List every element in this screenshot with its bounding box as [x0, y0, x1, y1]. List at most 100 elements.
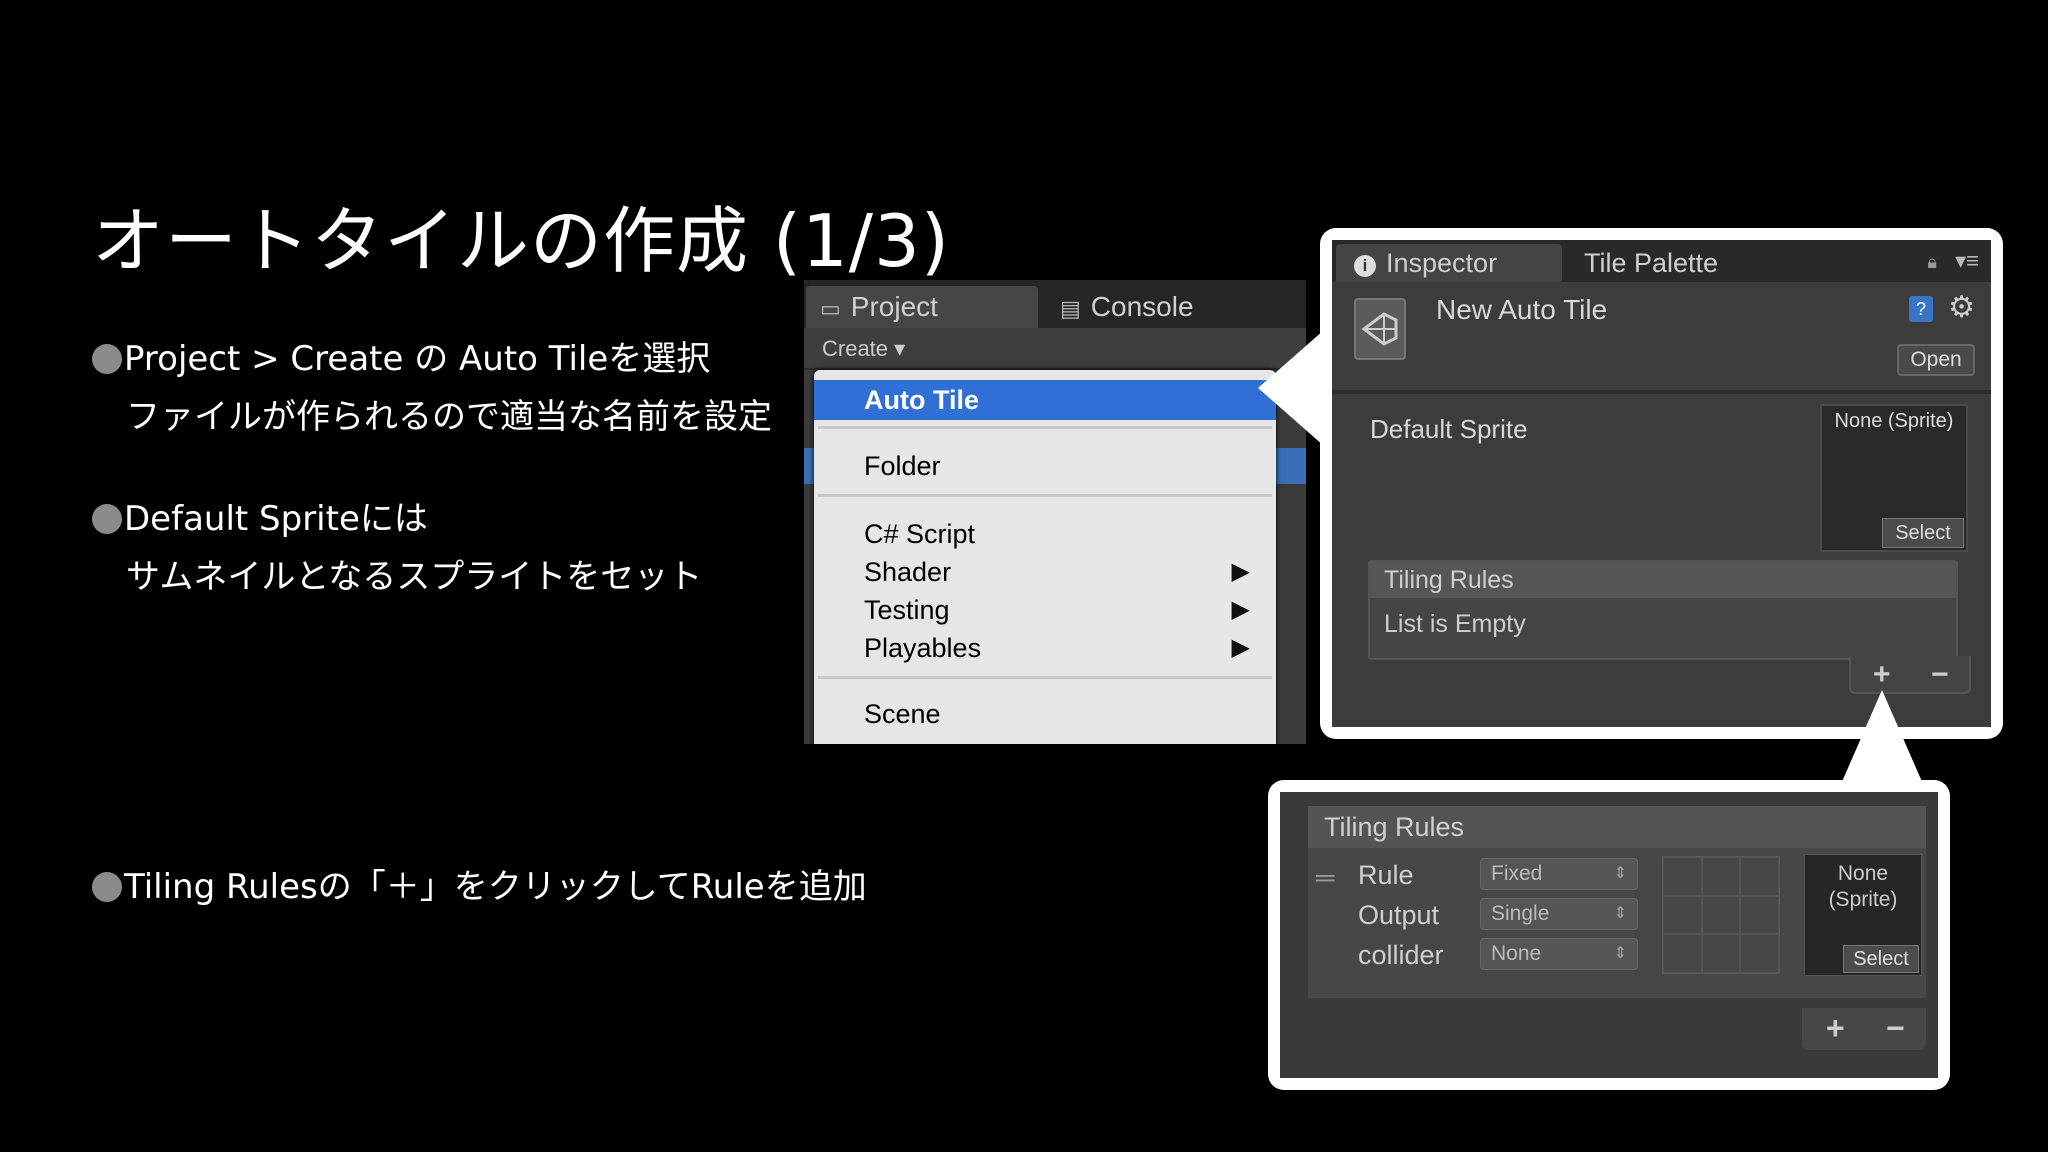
inspector-panel: i Inspector Tile Palette 🔒︎ ▾≡ New Auto T… — [1332, 240, 1991, 727]
submenu-arrow-icon: ▶ — [1231, 634, 1250, 661]
collider-label: collider — [1358, 940, 1444, 970]
gear-icon[interactable]: ⚙ — [1948, 290, 1975, 325]
default-sprite-label: Default Sprite — [1370, 414, 1528, 444]
grid-cell[interactable] — [1740, 857, 1779, 896]
menu-item-csharp-script[interactable]: C# Script — [814, 514, 1276, 554]
tab-project[interactable]: ▭ Project — [806, 286, 1038, 328]
project-toolbar: Create ▾ — [804, 328, 1306, 370]
tiling-rules-header: Tiling Rules — [1308, 806, 1926, 848]
grid-cell[interactable] — [1663, 857, 1702, 896]
create-menu: Auto Tile Folder C# Script Shader ▶ Testi… — [814, 370, 1276, 744]
bullet-text: ファイルが作られるので適当な名前を設定 — [126, 397, 772, 437]
grid-cell[interactable] — [1701, 857, 1741, 896]
grid-cell[interactable] — [1701, 934, 1741, 973]
asset-name: New Auto Tile — [1436, 294, 1608, 325]
inspector-tab-bar: i Inspector Tile Palette 🔒︎ ▾≡ — [1332, 240, 1991, 282]
lock-icon[interactable]: 🔒︎ — [1927, 252, 1937, 273]
menu-item-playables[interactable]: Playables ▶ — [814, 628, 1276, 668]
list-add-remove: + − — [1802, 1008, 1926, 1050]
select-sprite-button[interactable]: Select — [1843, 945, 1919, 973]
updown-icon: ⇕ — [1613, 865, 1627, 882]
bullet-2: Default Spriteには サムネイルとなるスプライトをセット — [92, 490, 702, 606]
tiling-rules-header: Tiling Rules — [1370, 562, 1956, 598]
menu-separator — [818, 676, 1272, 679]
grid-cell[interactable] — [1701, 895, 1741, 935]
grid-cell[interactable] — [1740, 895, 1779, 935]
bullet-dot — [92, 344, 122, 374]
rule-entry: ═ Rule Output collider Fixed ⇕ Single ⇕ No… — [1308, 848, 1926, 998]
menu-item-auto-tile[interactable]: Auto Tile — [814, 380, 1276, 420]
dropdown-value: Single — [1491, 902, 1550, 925]
open-button[interactable]: Open — [1897, 344, 1975, 376]
grid-cell[interactable] — [1663, 895, 1702, 935]
grid-cell[interactable] — [1663, 934, 1702, 973]
menu-item-testing[interactable]: Testing ▶ — [814, 590, 1276, 630]
bullet-3: Tiling Rulesの「＋」をクリックしてRuleを追加 — [92, 858, 867, 916]
bullet-text: Default Spriteには — [124, 499, 428, 539]
divider — [1332, 390, 1991, 394]
tiling-rules-list: Tiling Rules List is Empty — [1368, 560, 1958, 660]
add-rule-button[interactable]: + — [1873, 658, 1891, 692]
bullet-1: Project > Create の Auto Tileを選択 ファイルが作られ… — [92, 330, 772, 446]
folder-icon: ▭ — [820, 296, 841, 321]
callout-pointer — [1258, 330, 1324, 446]
list-empty-text: List is Empty — [1384, 610, 1526, 638]
inspector-callout: i Inspector Tile Palette 🔒︎ ▾≡ New Auto T… — [1320, 228, 2003, 739]
rule-sprite-field[interactable]: None (Sprite) Select — [1804, 854, 1922, 976]
tab-tile-palette[interactable]: Tile Palette — [1584, 244, 1718, 282]
updown-icon: ⇕ — [1613, 905, 1627, 922]
bullet-dot — [92, 504, 122, 534]
bullet-text: サムネイルとなるスプライトをセット — [126, 557, 703, 597]
tab-inspector[interactable]: i Inspector — [1336, 244, 1562, 282]
submenu-arrow-icon: ▶ — [1231, 596, 1250, 623]
menu-item-label: Testing — [864, 595, 950, 625]
menu-item-scene[interactable]: Scene — [814, 694, 1276, 734]
neighbor-rule-grid[interactable] — [1662, 856, 1780, 974]
remove-rule-button[interactable]: − — [1886, 1010, 1905, 1047]
unity-asset-icon — [1354, 298, 1406, 360]
bullet-text: Project > Create の Auto Tileを選択 — [124, 339, 711, 379]
collider-dropdown[interactable]: None ⇕ — [1480, 938, 1638, 970]
create-dropdown-button[interactable]: Create ▾ — [814, 334, 913, 364]
list-add-remove: + − — [1849, 656, 1971, 694]
sprite-none-line: (Sprite) — [1828, 888, 1898, 911]
sprite-none-text: None (Sprite) — [1805, 861, 1921, 913]
submenu-arrow-icon: ▶ — [1231, 558, 1250, 585]
rule-label: Rule — [1358, 860, 1414, 890]
remove-rule-button[interactable]: − — [1931, 658, 1949, 692]
bullet-text: Tiling Rulesの「＋」をクリックしてRuleを追加 — [124, 867, 867, 907]
sprite-none-line: None — [1837, 862, 1889, 885]
unity-logo-icon — [1361, 312, 1398, 346]
output-label: Output — [1358, 900, 1440, 930]
tab-label: Project — [850, 291, 938, 322]
output-dropdown[interactable]: Single ⇕ — [1480, 898, 1638, 930]
tab-label: Inspector — [1386, 248, 1498, 278]
select-sprite-button[interactable]: Select — [1882, 518, 1964, 548]
menu-item-shader[interactable]: Shader ▶ — [814, 552, 1276, 592]
panel-menu-icon[interactable]: ▾≡ — [1955, 248, 1979, 274]
updown-icon: ⇕ — [1613, 945, 1627, 962]
info-icon: i — [1354, 255, 1376, 277]
menu-item-label: Playables — [864, 633, 982, 663]
menu-item-folder[interactable]: Folder — [814, 446, 1276, 486]
grid-cell[interactable] — [1740, 934, 1779, 973]
sprite-none-text: None (Sprite) — [1834, 410, 1954, 432]
add-rule-button[interactable]: + — [1826, 1010, 1845, 1047]
drag-handle-icon[interactable]: ═ — [1316, 862, 1334, 893]
help-icon[interactable]: ? — [1909, 296, 1933, 322]
tiling-rules-panel: Tiling Rules ═ Rule Output collider Fixe… — [1280, 792, 1938, 1078]
tab-console[interactable]: ▤ Console — [1046, 286, 1286, 328]
project-tab-bar: ▭ Project ▤ Console — [804, 280, 1306, 328]
slide-title: オートタイルの作成 (1/3) — [92, 199, 950, 283]
dropdown-value: Fixed — [1491, 862, 1543, 885]
console-icon: ▤ — [1060, 296, 1081, 321]
dropdown-value: None — [1491, 942, 1542, 965]
default-sprite-field[interactable]: None (Sprite) Select — [1820, 404, 1968, 552]
rule-dropdown[interactable]: Fixed ⇕ — [1480, 858, 1638, 890]
menu-separator — [818, 494, 1272, 497]
tiling-rules-callout: Tiling Rules ═ Rule Output collider Fixe… — [1268, 780, 1950, 1090]
menu-item-label: Shader — [864, 557, 952, 587]
tab-label: Console — [1090, 291, 1194, 322]
project-panel: ▭ Project ▤ Console Create ▾ Auto Tile Fol… — [804, 280, 1306, 744]
menu-separator — [818, 426, 1272, 429]
